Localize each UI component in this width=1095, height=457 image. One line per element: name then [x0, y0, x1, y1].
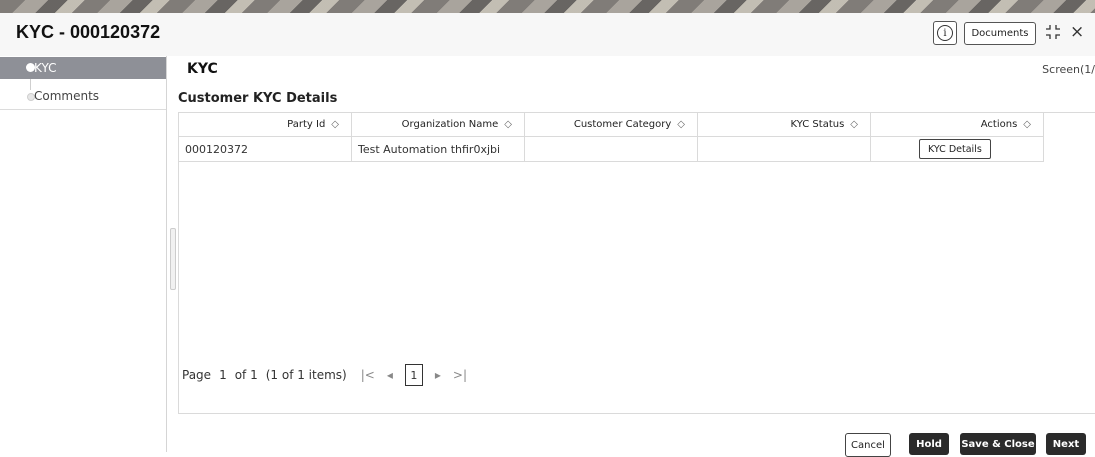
- sidebar-item-label: Comments: [34, 89, 100, 103]
- column-header-kyc-status[interactable]: KYC Status ◇: [697, 113, 871, 137]
- sort-icon: ◇: [850, 119, 858, 130]
- pagination: Page 1 of 1 (1 of 1 items) |< ◂ 1 ▸ >|: [182, 364, 473, 386]
- items-count: (1 of 1 items): [265, 368, 347, 382]
- screen-indicator: Screen(1/: [1042, 63, 1095, 76]
- cancel-button[interactable]: Cancel: [845, 433, 891, 457]
- sidebar-item-label: KYC: [34, 61, 57, 75]
- kyc-details-button[interactable]: KYC Details: [919, 139, 991, 159]
- resize-handle[interactable]: [170, 228, 176, 290]
- page-button-current[interactable]: 1: [404, 364, 423, 386]
- sidebar-item-comments[interactable]: Comments: [0, 85, 166, 110]
- collapse-icon[interactable]: [1045, 24, 1061, 40]
- sort-icon: ◇: [677, 119, 685, 130]
- info-button[interactable]: i: [933, 21, 957, 45]
- column-header-actions[interactable]: Actions ◇: [870, 113, 1044, 137]
- cell-customer-category: [524, 136, 698, 162]
- next-page-icon[interactable]: ▸: [435, 368, 441, 382]
- previous-page-icon[interactable]: ◂: [387, 368, 393, 382]
- cell-party-id: 000120372: [179, 136, 352, 162]
- page-header: KYC - 000120372 i Documents ×: [0, 13, 1095, 57]
- column-header-customer-category[interactable]: Customer Category ◇: [524, 113, 698, 137]
- sort-icon: ◇: [331, 119, 339, 130]
- section-title: KYC: [187, 61, 218, 77]
- close-icon[interactable]: ×: [1070, 22, 1084, 42]
- kyc-details-table: Party Id ◇ Organization Name ◇ Customer Ca…: [179, 113, 1044, 162]
- cell-actions: KYC Details: [870, 136, 1044, 162]
- documents-button[interactable]: Documents: [964, 22, 1036, 45]
- current-page-number: 1: [219, 368, 227, 382]
- decorative-banner-strip: [0, 0, 1095, 13]
- cell-kyc-status: [697, 136, 871, 162]
- first-page-icon[interactable]: |<: [361, 368, 375, 382]
- column-header-organization-name[interactable]: Organization Name ◇: [351, 113, 525, 137]
- last-page-icon[interactable]: >|: [453, 368, 467, 382]
- sort-icon: ◇: [1023, 119, 1031, 130]
- cell-organization-name: Test Automation thfir0xjbi: [351, 136, 525, 162]
- page-count: of 1: [234, 368, 258, 382]
- table-row: 000120372 Test Automation thfir0xjbi KYC…: [179, 136, 1044, 162]
- sidebar-item-kyc[interactable]: KYC: [0, 57, 166, 79]
- main-panel: KYC Screen(1/ Customer KYC Details Party…: [167, 56, 1095, 452]
- info-icon: i: [937, 25, 953, 41]
- sidebar: KYC Comments: [0, 56, 167, 452]
- subsection-title: Customer KYC Details: [178, 91, 338, 106]
- sort-icon: ◇: [504, 119, 512, 130]
- column-header-party-id[interactable]: Party Id ◇: [179, 113, 352, 137]
- page-label: Page: [182, 368, 212, 382]
- page-title: KYC - 000120372: [16, 22, 161, 42]
